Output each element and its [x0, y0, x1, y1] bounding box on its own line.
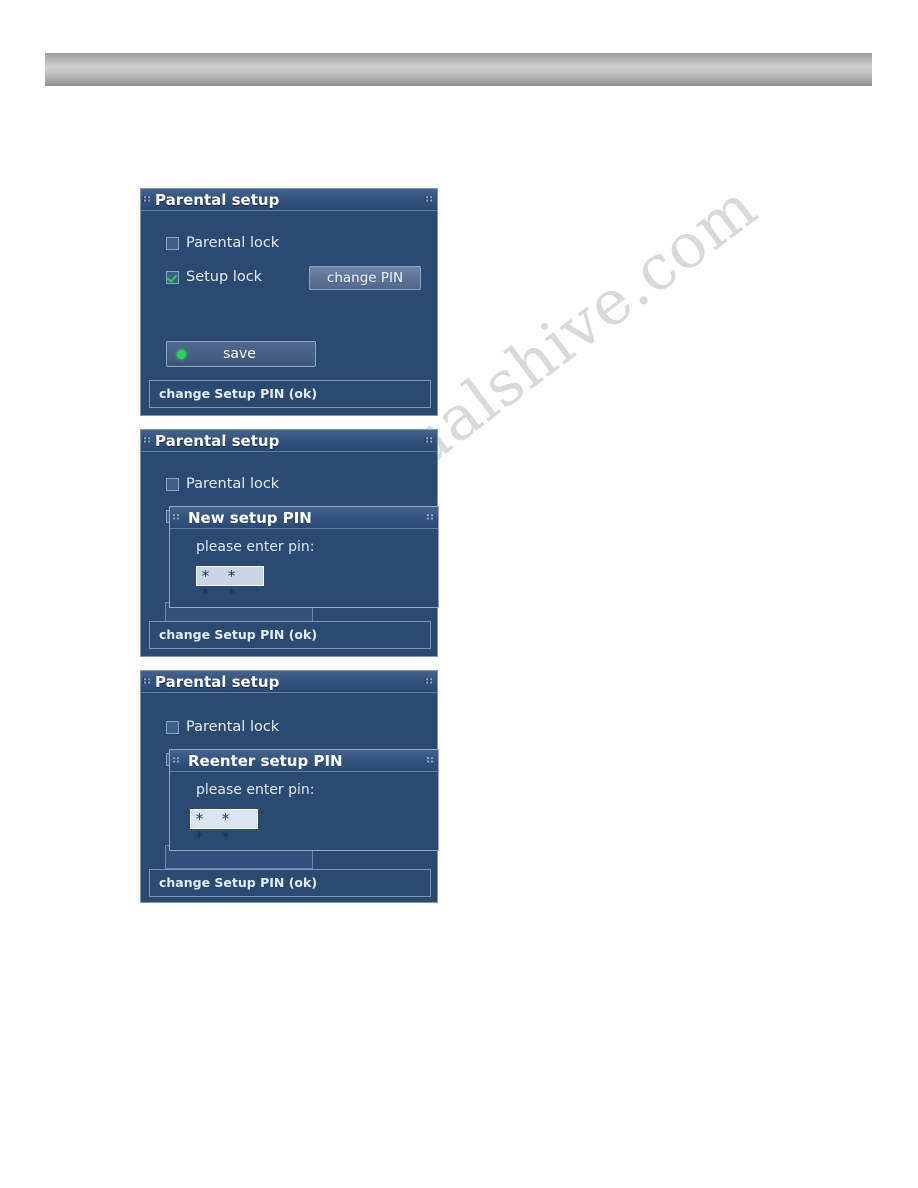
dialog-title-1: Parental setup — [155, 191, 280, 209]
setup-lock-checkbox-1[interactable] — [166, 270, 179, 284]
parental-setup-dialog-3: Parental setup Parental lock Reenter set… — [140, 670, 439, 903]
dialog-title-bar-1: Parental setup — [141, 189, 437, 211]
resize-grip-left-icon — [174, 754, 179, 768]
parental-lock-label-2: Parental lock — [186, 476, 280, 492]
save-button-1[interactable]: save — [166, 341, 316, 367]
resize-grip-left-icon — [145, 675, 150, 689]
parental-setup-dialog-1: Parental setup Parental lock Setup lock … — [140, 188, 438, 416]
parental-lock-checkbox-1[interactable] — [166, 236, 179, 250]
new-setup-pin-dialog: New setup PIN please enter pin: * * * * — [169, 506, 439, 608]
reenter-setup-pin-prompt: please enter pin: — [196, 782, 315, 798]
parental-setup-dialog-2: Parental setup Parental lock New setup P… — [140, 429, 439, 657]
parental-lock-row-1[interactable]: Parental lock — [166, 235, 279, 251]
new-setup-pin-input[interactable]: * * * * — [196, 566, 264, 603]
reenter-setup-pin-title: Reenter setup PIN — [188, 752, 343, 770]
resize-grip-left-icon — [145, 193, 150, 207]
status-bar-1: change Setup PIN (ok) — [149, 380, 431, 408]
save-button-label-1: save — [223, 346, 256, 362]
save-status-led-icon — [177, 349, 186, 359]
parental-lock-row-2[interactable]: Parental lock — [166, 476, 279, 492]
dialog-title-2: Parental setup — [155, 432, 280, 450]
setup-lock-label-1: Setup lock — [186, 269, 263, 285]
resize-grip-left-icon — [145, 434, 150, 448]
parental-lock-label-3: Parental lock — [186, 719, 280, 735]
parental-lock-checkbox-2[interactable] — [166, 477, 179, 491]
page-header-banner — [45, 53, 872, 86]
resize-grip-right-icon — [427, 675, 432, 689]
new-setup-pin-title: New setup PIN — [188, 509, 312, 527]
new-setup-pin-title-bar: New setup PIN — [170, 507, 438, 529]
reenter-setup-pin-dialog: Reenter setup PIN please enter pin: * * … — [169, 749, 439, 851]
dialog-title-bar-3: Parental setup — [141, 671, 437, 693]
resize-grip-right-icon — [428, 511, 433, 525]
status-bar-3: change Setup PIN (ok) — [149, 869, 431, 897]
resize-grip-left-icon — [174, 511, 179, 525]
parental-lock-checkbox-3[interactable] — [166, 720, 179, 734]
new-setup-pin-prompt: please enter pin: — [196, 539, 315, 555]
change-pin-button[interactable]: change PIN — [309, 266, 421, 290]
reenter-setup-pin-title-bar: Reenter setup PIN — [170, 750, 438, 772]
parental-lock-row-3[interactable]: Parental lock — [166, 719, 279, 735]
reenter-setup-pin-input[interactable]: * * * * — [190, 809, 258, 846]
parental-lock-label-1: Parental lock — [186, 235, 280, 251]
resize-grip-right-icon — [427, 434, 432, 448]
status-bar-2: change Setup PIN (ok) — [149, 621, 431, 649]
resize-grip-right-icon — [428, 754, 433, 768]
dialog-title-3: Parental setup — [155, 673, 280, 691]
setup-lock-row-1[interactable]: Setup lock — [166, 269, 262, 285]
dialog-title-bar-2: Parental setup — [141, 430, 437, 452]
resize-grip-right-icon — [427, 193, 432, 207]
